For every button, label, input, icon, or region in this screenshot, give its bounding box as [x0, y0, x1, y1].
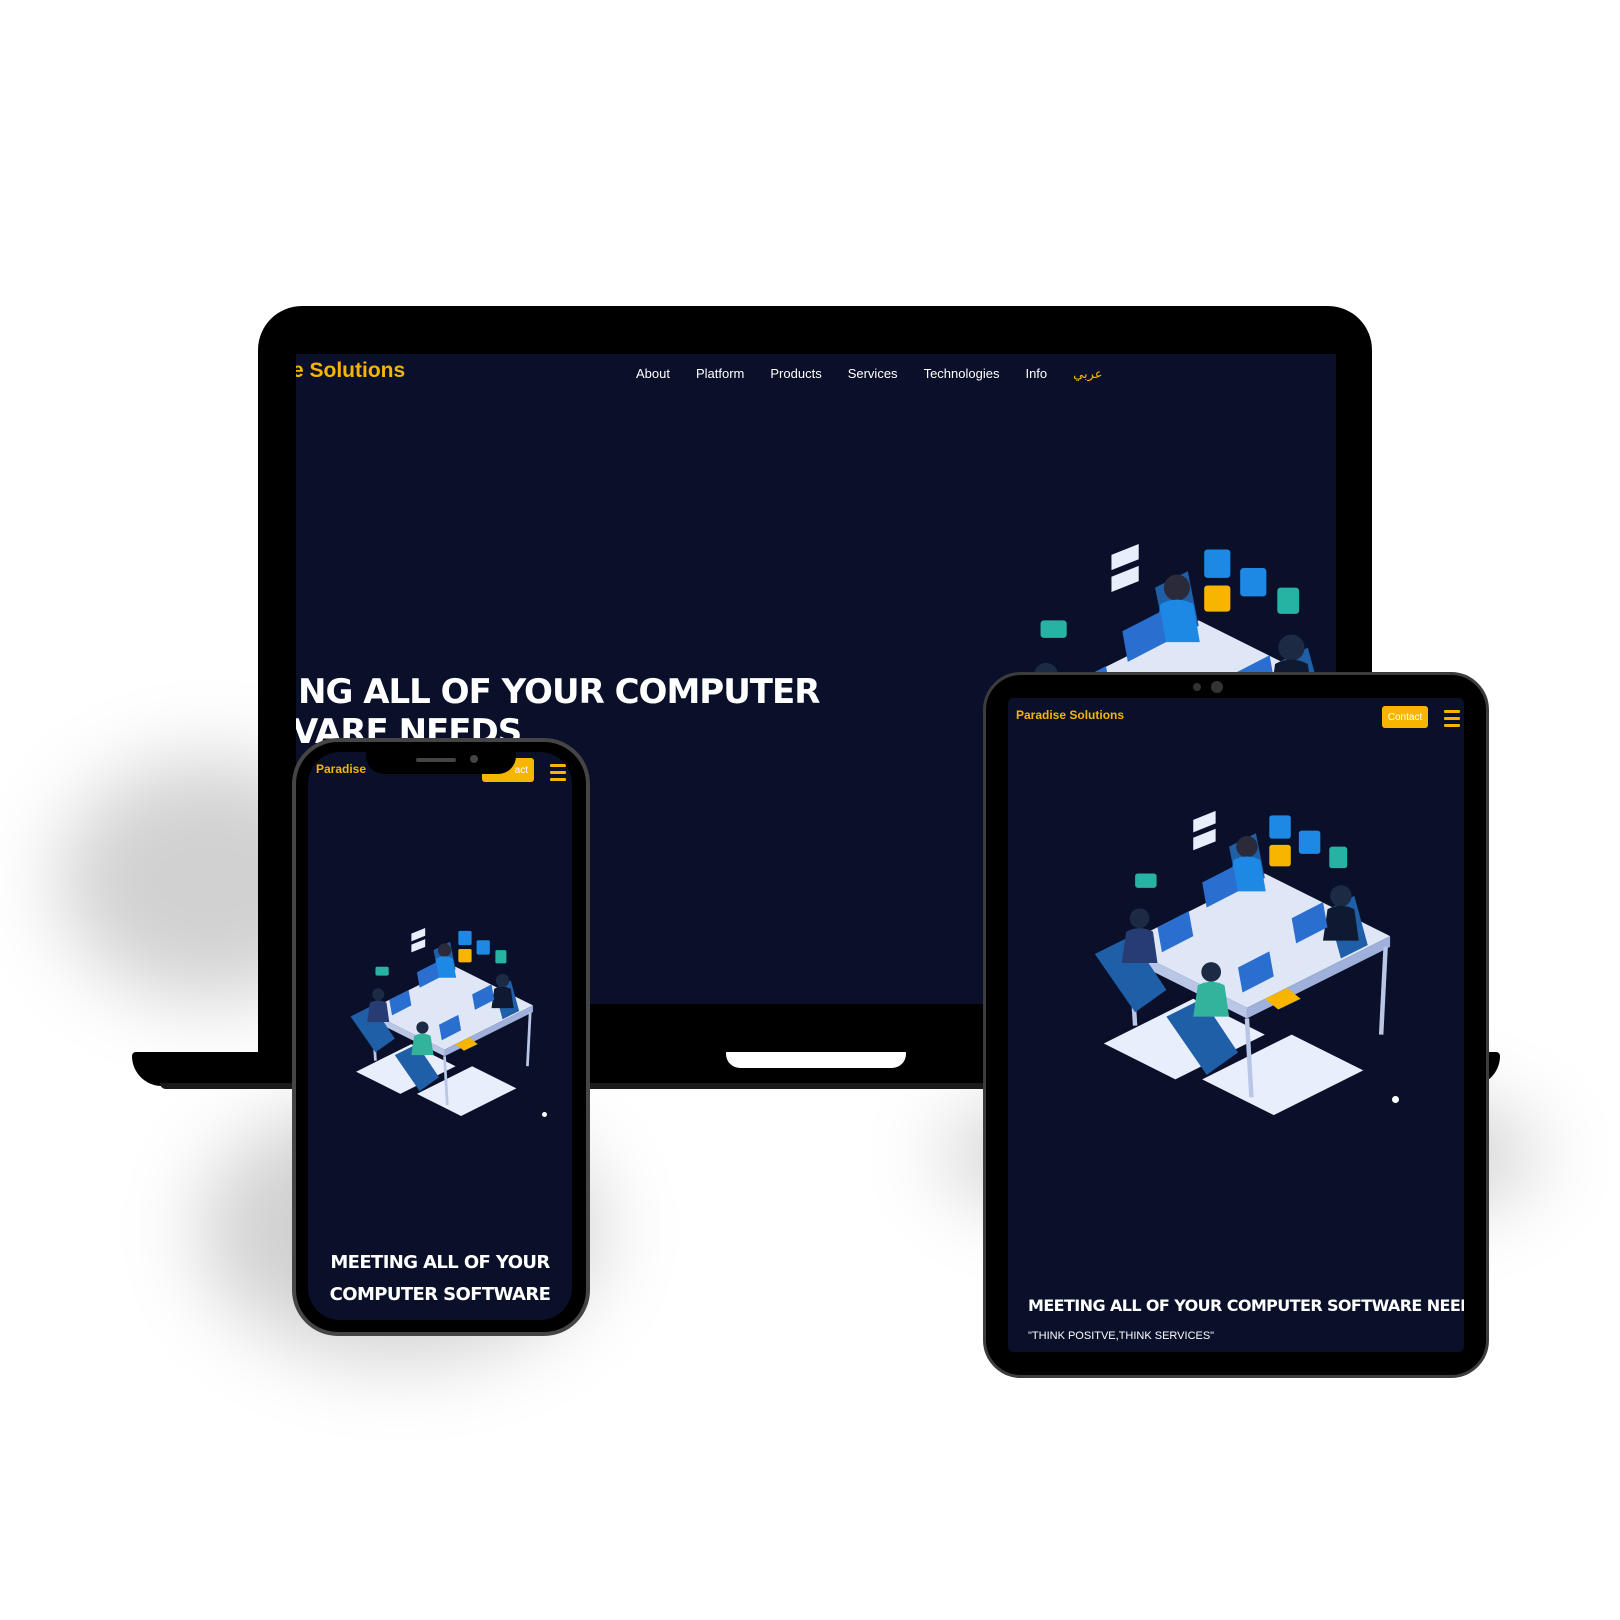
- laptop-notch: [726, 1052, 906, 1068]
- main-nav: About Platform Products Services Technol…: [636, 366, 1103, 382]
- phone-brand-logo[interactable]: Paradise: [316, 762, 366, 776]
- nav-technologies[interactable]: Technologies: [924, 366, 1000, 382]
- brand-logo[interactable]: e Solutions: [296, 359, 405, 383]
- tablet-hero-subtitle: "THINK POSITVE,THINK SERVICES": [1028, 1330, 1215, 1342]
- hamburger-icon[interactable]: [550, 764, 566, 785]
- tablet-team-illustration: [1068, 808, 1408, 1118]
- tablet-lens-icon: [1211, 681, 1223, 693]
- tablet-brand-logo[interactable]: Paradise Solutions: [1016, 708, 1124, 722]
- tablet-screen: Paradise Solutions Contact MEETING ALL O…: [1008, 698, 1464, 1352]
- tablet-camera-icon: [1193, 683, 1201, 691]
- nav-products[interactable]: Products: [770, 366, 821, 382]
- phone-speaker-icon: [416, 758, 456, 762]
- carousel-dot[interactable]: [542, 1112, 547, 1117]
- phone-camera-icon: [470, 755, 478, 763]
- phone-hero-title-line1: MEETING ALL OF YOUR: [330, 1252, 550, 1273]
- nav-about[interactable]: About: [636, 366, 670, 382]
- phone-screen: Paradise act MEETING ALL OF YOUR COMPUTE…: [308, 752, 572, 1320]
- tablet-hero-title: MEETING ALL OF YOUR COMPUTER SOFTWARE NE…: [1028, 1296, 1464, 1315]
- language-switch[interactable]: عربي: [1073, 366, 1102, 382]
- phone-team-illustration: [349, 926, 535, 1118]
- carousel-dot[interactable]: [1392, 1096, 1399, 1103]
- nav-platform[interactable]: Platform: [696, 366, 744, 382]
- hamburger-icon[interactable]: [1444, 710, 1460, 731]
- nav-info[interactable]: Info: [1025, 366, 1047, 382]
- hero-title-line1: NG ALL OF YOUR COMPUTER: [298, 672, 820, 712]
- phone-hero-title-line2: COMPUTER SOFTWARE: [329, 1284, 551, 1305]
- nav-services[interactable]: Services: [848, 366, 898, 382]
- tablet-contact-button[interactable]: Contact: [1382, 706, 1428, 728]
